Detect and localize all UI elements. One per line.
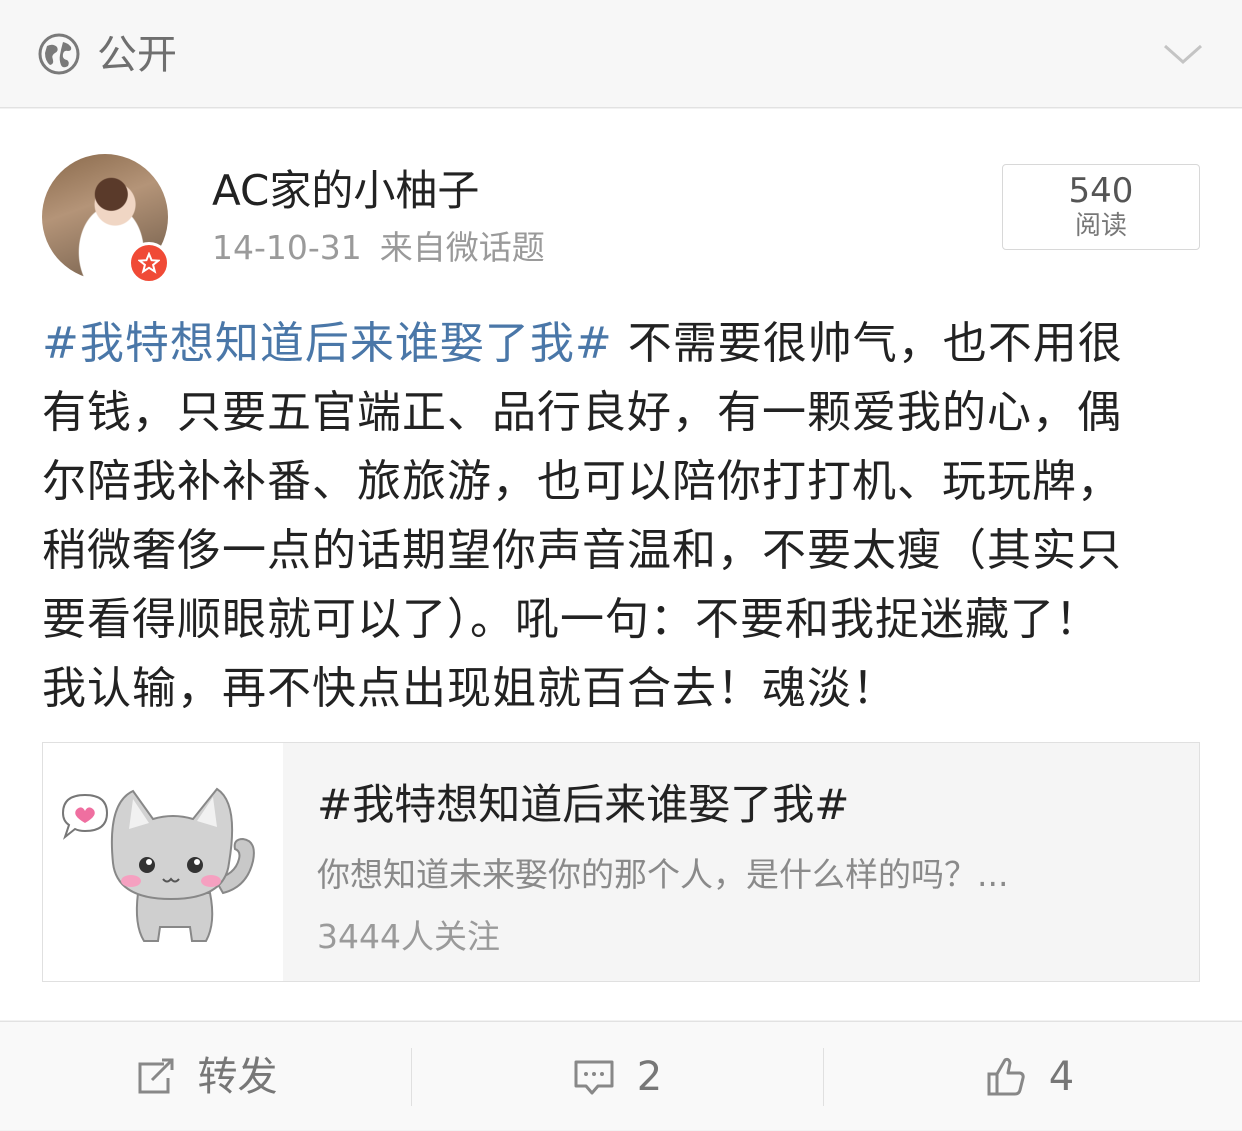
topic-thumbnail xyxy=(43,743,283,981)
like-button[interactable]: 4 xyxy=(824,1022,1235,1131)
topic-title: #我特想知道后来谁娶了我# xyxy=(317,780,850,829)
post-line-3: 尔陪我补补番、旅旅游，也可以陪你打打机、玩玩牌， xyxy=(42,456,1122,507)
action-bar: 转发 2 4 xyxy=(0,1021,1242,1130)
like-count: 4 xyxy=(1048,1053,1075,1100)
post-source[interactable]: 来自微话题 xyxy=(380,228,545,267)
chevron-down-icon[interactable] xyxy=(1162,38,1204,68)
star-icon xyxy=(138,252,160,274)
post-line-1: #我特想知道后来谁娶了我# 不需要很帅气，也不用很 xyxy=(42,309,1202,378)
post-body: #我特想知道后来谁娶了我# 不需要很帅气，也不用很 有钱，只要五官端正、品行良好… xyxy=(42,309,1202,723)
repost-icon xyxy=(138,1058,173,1093)
post-line-6: 我认输，再不快点出现姐就百合去！魂淡！ xyxy=(42,663,897,714)
post-line-2: 有钱，只要五官端正、品行良好，有一颗爱我的心，偶 xyxy=(42,387,1122,438)
repost-button[interactable]: 转发 xyxy=(0,1022,411,1131)
repost-label: 转发 xyxy=(197,1053,278,1100)
topic-card[interactable]: #我特想知道后来谁娶了我# 你想知道未来娶你的那个人，是什么样的吗？... 34… xyxy=(42,742,1200,982)
post-date: 14-10-31 xyxy=(212,228,362,267)
post-card: AC家的小柚子 14-10-31 来自微话题 540 阅读 #我特想知道后来谁娶了… xyxy=(0,109,1242,1020)
cat-illustration-icon xyxy=(61,787,255,942)
globe-icon xyxy=(38,33,80,75)
topic-description: 你想知道未来娶你的那个人，是什么样的吗？... xyxy=(317,855,1009,894)
visibility-label: 公开 xyxy=(97,32,177,78)
verified-badge-icon xyxy=(128,242,170,284)
author-name[interactable]: AC家的小柚子 xyxy=(212,165,479,217)
thumbs-up-icon xyxy=(987,1057,1025,1095)
comment-count: 2 xyxy=(636,1053,663,1100)
comment-icon xyxy=(574,1060,614,1094)
read-count: 540 xyxy=(1068,171,1134,211)
read-count-box: 540 阅读 xyxy=(1002,164,1200,250)
post-text-segment: 不需要很帅气，也不用很 xyxy=(612,318,1123,369)
read-label: 阅读 xyxy=(1074,211,1127,241)
hashtag-link[interactable]: #我特想知道后来谁娶了我# xyxy=(42,318,613,369)
visibility-selector[interactable]: 公开 xyxy=(0,0,1242,108)
post-line-4: 稍微奢侈一点的话期望你声音温和，不要太瘦（其实只 xyxy=(42,525,1122,576)
comment-button[interactable]: 2 xyxy=(412,1022,823,1131)
topic-followers: 3444人关注 xyxy=(317,917,500,956)
post-meta: 14-10-31 来自微话题 xyxy=(212,226,545,270)
post-line-5: 要看得顺眼就可以了）。吼一句：不要和我捉迷藏了！ xyxy=(42,594,1100,645)
